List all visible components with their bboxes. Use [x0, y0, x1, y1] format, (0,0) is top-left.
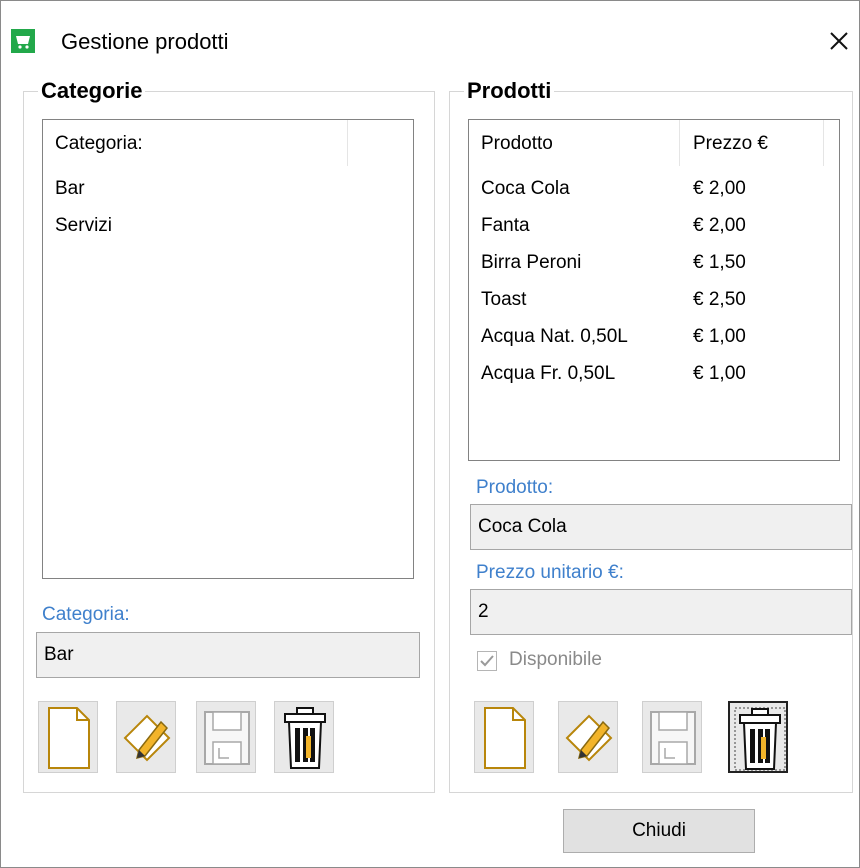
new-product-button[interactable] [474, 701, 534, 773]
products-group-title: Prodotti [464, 78, 555, 104]
unit-price-field[interactable]: 2 [470, 589, 852, 635]
list-header-categoria[interactable]: Categoria: [55, 120, 143, 166]
product-price-cell: € 1,00 [693, 363, 746, 384]
product-field-label: Prodotto: [476, 477, 554, 498]
products-table[interactable]: Prodotto Prezzo € Coca Cola € 2,00 Fanta… [468, 119, 840, 461]
product-name-cell: Acqua Nat. 0,50L [481, 326, 628, 347]
category-field-label: Categoria: [42, 604, 130, 625]
product-name-cell: Birra Peroni [481, 252, 582, 273]
product-price-cell: € 1,50 [693, 252, 746, 273]
new-category-button[interactable] [38, 701, 98, 773]
product-name-cell: Coca Cola [481, 178, 570, 199]
save-product-button[interactable] [642, 701, 702, 773]
list-item[interactable]: Servizi [55, 215, 112, 237]
column-separator [679, 120, 680, 166]
product-price-cell: € 2,00 [693, 178, 746, 199]
product-price-cell: € 1,00 [693, 326, 746, 347]
products-group: Prodotti Prodotto Prezzo € Coca Cola € 2… [449, 78, 853, 793]
list-header-separator [347, 120, 348, 166]
window-body: Categorie Categoria: Bar Servizi Categor… [1, 78, 859, 867]
close-button[interactable]: Chiudi [563, 809, 755, 853]
product-name-cell: Toast [481, 289, 527, 310]
check-icon [480, 655, 494, 667]
delete-product-button[interactable] [728, 701, 788, 773]
product-name-cell: Acqua Fr. 0,50L [481, 363, 616, 384]
title-bar: Gestione prodotti [1, 1, 859, 79]
categories-group: Categorie Categoria: Bar Servizi Categor… [23, 78, 435, 793]
column-header-prezzo[interactable]: Prezzo € [693, 120, 768, 166]
save-category-button[interactable] [196, 701, 256, 773]
category-field[interactable]: Bar [36, 632, 420, 678]
close-icon[interactable] [827, 29, 851, 53]
product-name-cell: Fanta [481, 215, 530, 236]
categories-list[interactable]: Categoria: Bar Servizi [42, 119, 414, 579]
shopping-cart-icon [11, 29, 35, 53]
price-field-label: Prezzo unitario €: [476, 562, 624, 583]
product-name-field[interactable]: Coca Cola [470, 504, 852, 550]
product-price-cell: € 2,00 [693, 215, 746, 236]
edit-product-button[interactable] [558, 701, 618, 773]
column-header-prodotto[interactable]: Prodotto [481, 120, 553, 166]
window-title: Gestione prodotti [61, 29, 229, 54]
product-price-cell: € 2,50 [693, 289, 746, 310]
available-label: Disponibile [509, 649, 602, 670]
categories-group-title: Categorie [38, 78, 146, 104]
edit-category-button[interactable] [116, 701, 176, 773]
available-checkbox[interactable] [477, 651, 497, 671]
delete-category-button[interactable] [274, 701, 334, 773]
list-item[interactable]: Bar [55, 178, 85, 200]
column-separator [823, 120, 824, 166]
window: Gestione prodotti Categorie Categoria: B… [0, 0, 860, 868]
